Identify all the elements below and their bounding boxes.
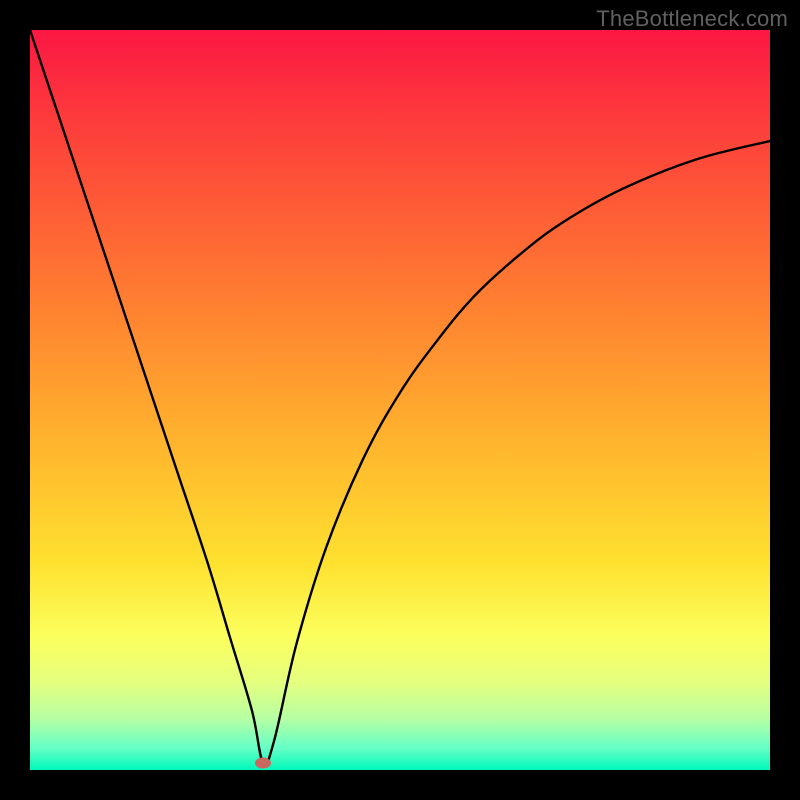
optimum-marker — [255, 757, 271, 768]
curve-svg — [30, 30, 770, 770]
chart-frame: TheBottleneck.com — [0, 0, 800, 800]
plot-area — [30, 30, 770, 770]
bottleneck-curve — [30, 30, 770, 764]
watermark-text: TheBottleneck.com — [596, 6, 788, 32]
